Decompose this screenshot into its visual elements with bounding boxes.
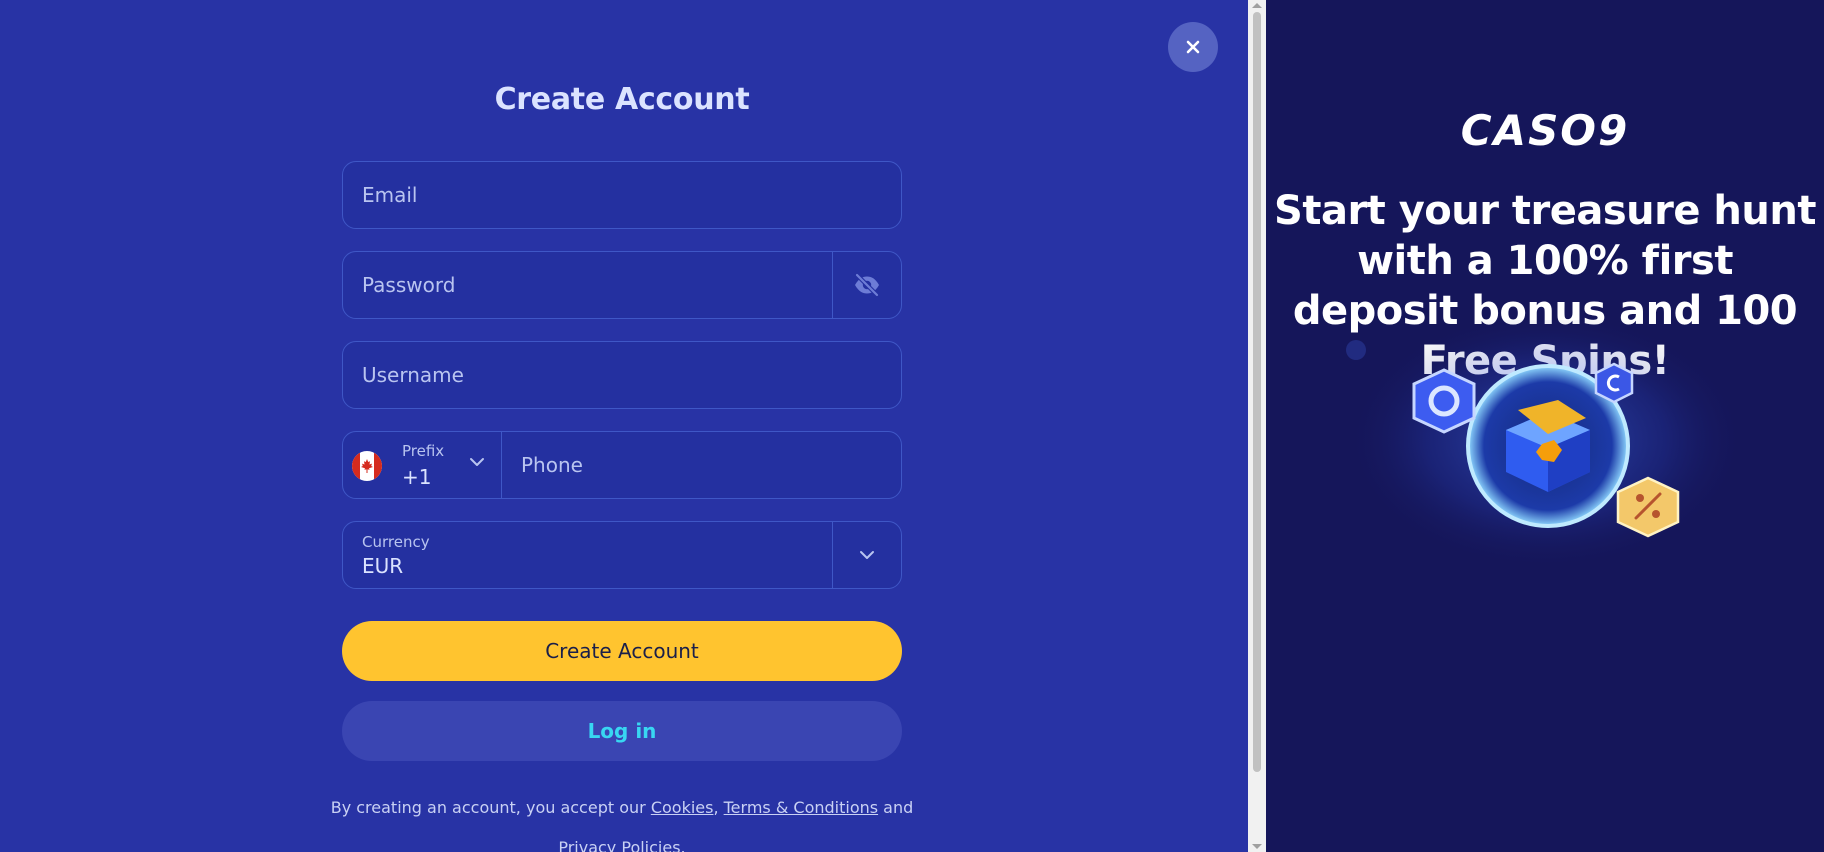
terms-conditions-link[interactable]: Terms & Conditions: [724, 798, 878, 817]
password-field[interactable]: [343, 272, 832, 298]
promo-panel: CASO9 Start your treasure hunt with a 10…: [1266, 0, 1824, 852]
terms-comma: ,: [713, 798, 724, 817]
scroll-thumb[interactable]: [1253, 12, 1261, 772]
chevron-down-icon: [860, 551, 874, 559]
phone-field[interactable]: [502, 452, 901, 478]
terms-notice: By creating an account, you accept our C…: [312, 788, 932, 852]
cookies-link[interactable]: Cookies: [651, 798, 714, 817]
currency-value: EUR: [362, 554, 404, 578]
chevron-down-icon: [470, 458, 484, 466]
password-visibility-toggle[interactable]: [833, 252, 901, 318]
phone-field-wrapper: Prefix +1: [342, 431, 902, 499]
scroll-up-arrow[interactable]: [1252, 3, 1262, 8]
email-field-wrapper: [342, 161, 902, 229]
username-field-wrapper: [342, 341, 902, 409]
eye-off-icon: [854, 273, 880, 297]
signup-panel: Create Account Prefix: [0, 0, 1248, 852]
page-title: Create Account: [494, 82, 750, 117]
currency-select[interactable]: Currency EUR: [342, 521, 902, 589]
brand-logo: CASO9: [1460, 106, 1630, 155]
close-icon: [1186, 40, 1200, 54]
prefix-label: Prefix: [402, 442, 445, 460]
email-field[interactable]: [343, 182, 901, 208]
phone-prefix-select[interactable]: Prefix +1: [343, 432, 501, 498]
create-account-button[interactable]: Create Account: [342, 621, 902, 681]
treasure-chest-illustration: [1346, 320, 1746, 570]
password-field-wrapper: [342, 251, 902, 319]
login-button[interactable]: Log in: [342, 701, 902, 761]
scroll-down-arrow[interactable]: [1252, 844, 1262, 849]
privacy-policies-link[interactable]: Privacy Policies: [558, 838, 680, 852]
currency-display: Currency EUR: [343, 522, 832, 588]
scrollbar[interactable]: [1248, 0, 1266, 852]
terms-and: and: [878, 798, 914, 817]
close-button[interactable]: [1168, 22, 1218, 72]
currency-label: Currency: [362, 533, 430, 551]
prefix-value: +1: [402, 465, 432, 489]
username-field[interactable]: [343, 362, 901, 388]
currency-dropdown-toggle[interactable]: [833, 522, 901, 588]
terms-period: .: [680, 838, 686, 852]
canada-flag-icon: [352, 451, 382, 481]
terms-text: By creating an account, you accept our: [330, 798, 651, 817]
